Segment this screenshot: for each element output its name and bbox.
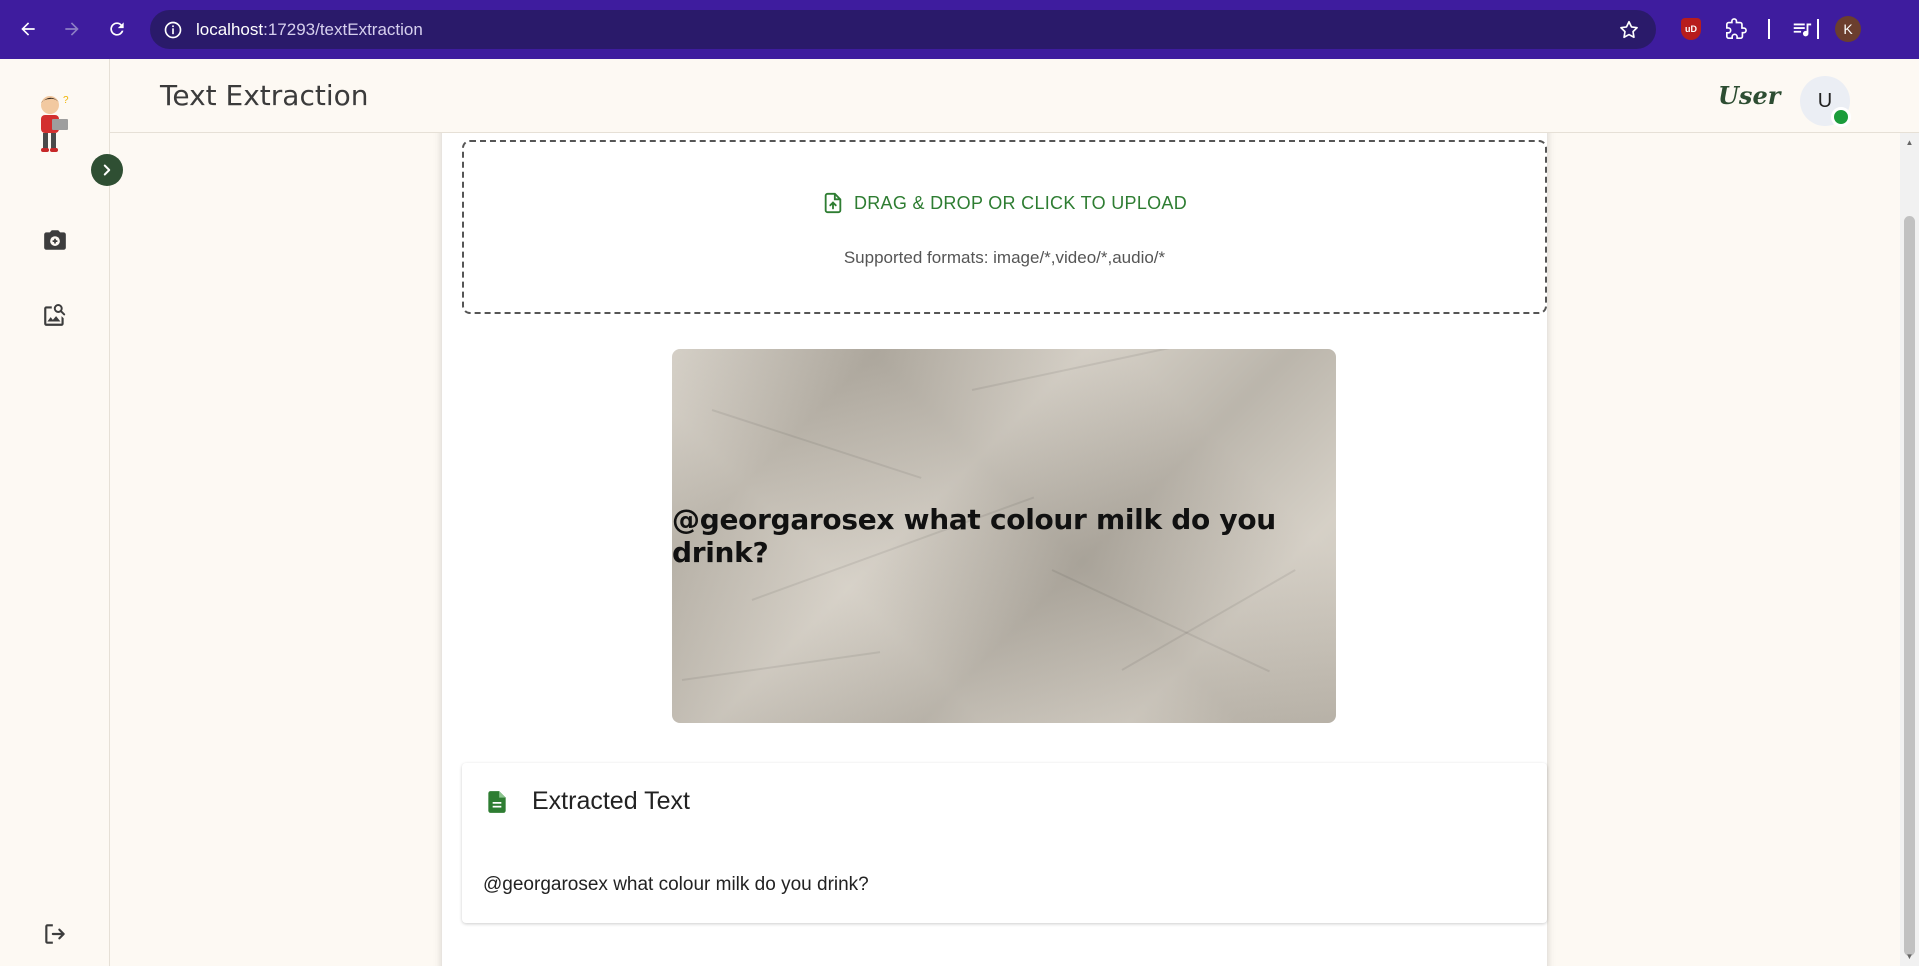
brand-logo-text: User (1718, 81, 1781, 110)
extracted-text-header: Extracted Text (484, 787, 690, 816)
image-search-icon (44, 304, 66, 326)
scrollbar-thumb[interactable] (1904, 216, 1915, 956)
address-bar[interactable]: localhost:17293/textExtraction (150, 10, 1656, 49)
camera-plus-icon (44, 230, 66, 250)
scroll-up-icon[interactable]: ▲ (1904, 137, 1915, 147)
ublock-shield-icon: uD (1681, 18, 1701, 40)
puzzle-icon (1726, 18, 1747, 39)
toolbar-divider (1768, 19, 1770, 39)
bookmark-star-icon[interactable] (1618, 19, 1640, 41)
extracted-text-panel: Extracted Text @georgarosex what colour … (462, 763, 1547, 923)
browser-profile-avatar[interactable]: K (1835, 16, 1861, 42)
supported-formats-text: Supported formats: image/*,video/*,audio… (843, 248, 1166, 267)
site-info-icon[interactable] (162, 19, 184, 41)
upload-prompt: DRAG & DROP OR CLICK TO UPLOAD (464, 192, 1545, 214)
toolbar-divider (1817, 19, 1819, 39)
extracted-text-title: Extracted Text (532, 787, 690, 815)
extensions-button[interactable] (1723, 16, 1749, 42)
main-content: DRAG & DROP OR CLICK TO UPLOAD Supported… (110, 133, 1900, 966)
extracted-text-content: @georgarosex what colour milk do you dri… (483, 874, 869, 895)
document-icon (488, 790, 506, 813)
logout-icon (45, 924, 65, 944)
page-title: Text Extraction (160, 79, 369, 112)
playlist-icon (1793, 23, 1812, 37)
arrow-left-icon (21, 22, 35, 36)
page-scrollbar[interactable]: ▲ ▼ (1900, 133, 1919, 966)
app-header: Text Extraction User U (0, 59, 1919, 133)
file-upload-icon (824, 192, 842, 214)
sidebar-item-capture[interactable] (40, 225, 70, 255)
upload-dropzone[interactable]: DRAG & DROP OR CLICK TO UPLOAD Supported… (462, 140, 1547, 314)
chevron-right-icon (103, 164, 111, 176)
url-path: :17293/textExtraction (263, 19, 423, 39)
extraction-card: DRAG & DROP OR CLICK TO UPLOAD Supported… (442, 133, 1547, 966)
mascot-logo: ? (30, 93, 80, 157)
upload-label: DRAG & DROP OR CLICK TO UPLOAD (853, 192, 1188, 213)
url-host: localhost (196, 19, 264, 39)
back-button[interactable] (14, 15, 42, 43)
svg-text:?: ? (63, 95, 69, 106)
online-status-badge (1831, 107, 1851, 127)
ublock-extension-button[interactable]: uD (1678, 16, 1704, 42)
reload-icon (110, 22, 124, 36)
uploaded-image-preview: @georgarosex what colour milk do you dri… (672, 349, 1336, 723)
arrow-right-icon (65, 22, 79, 36)
browser-toolbar: localhost:17293/textExtraction uD K (0, 0, 1919, 59)
sidebar: ? (0, 59, 123, 966)
scroll-down-icon[interactable]: ▼ (1904, 951, 1915, 961)
url-text: localhost:17293/textExtraction (196, 20, 423, 40)
reload-button[interactable] (103, 15, 131, 43)
sidebar-expand-button[interactable] (91, 154, 123, 186)
forward-button[interactable] (58, 15, 86, 43)
logout-button[interactable] (40, 919, 70, 949)
media-control-button[interactable] (1789, 16, 1815, 42)
preview-image-text: @georgarosex what colour milk do you dri… (672, 503, 1276, 569)
sidebar-item-image-search[interactable] (40, 300, 70, 330)
